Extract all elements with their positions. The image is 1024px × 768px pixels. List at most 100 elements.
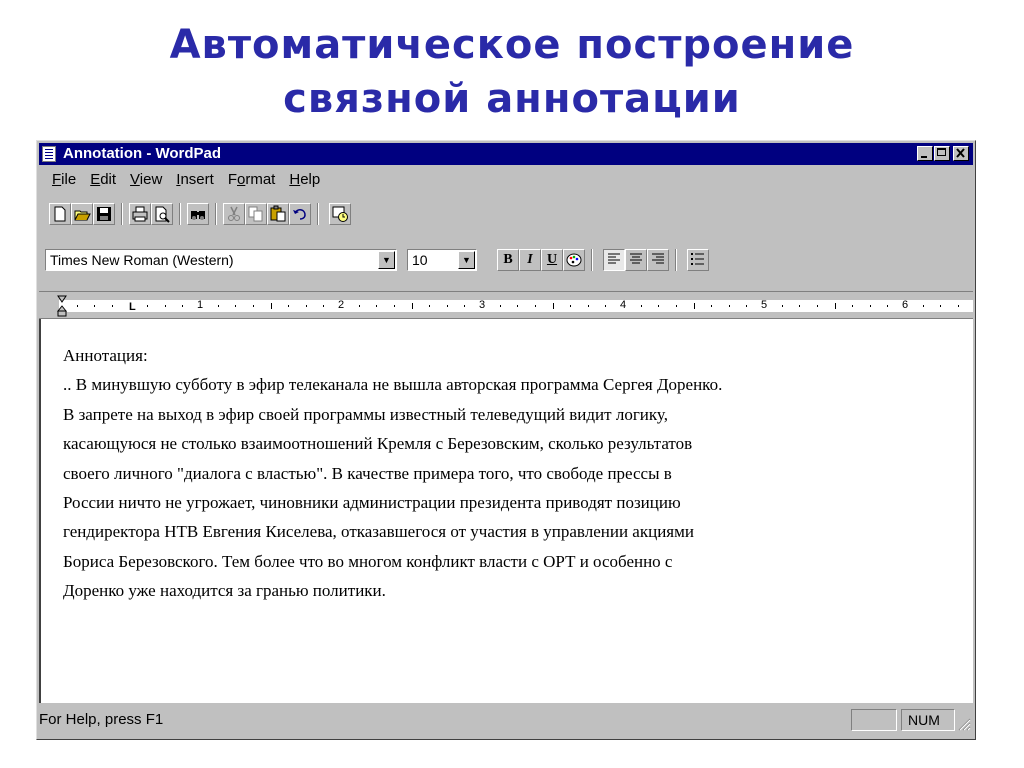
ruler-dot: [500, 305, 501, 307]
wordpad-document-icon[interactable]: [42, 146, 56, 162]
save-button[interactable]: [93, 203, 115, 225]
menu-item-label: F: [227, 171, 237, 188]
align-right-button[interactable]: [647, 249, 669, 271]
ruler-number: 4: [619, 299, 627, 311]
font-size-combo[interactable]: 10 ▼: [407, 249, 477, 271]
ruler-dot: [641, 305, 642, 307]
ruler-tick: [412, 303, 413, 309]
copy-icon: [248, 206, 263, 222]
print-preview-button[interactable]: [151, 203, 173, 225]
color-button[interactable]: [563, 249, 585, 271]
new-icon: [54, 206, 66, 222]
open-button[interactable]: [71, 203, 93, 225]
font-dropdown-button[interactable]: ▼: [378, 251, 395, 269]
document-line: своего личного "диалога с властью". В ка…: [63, 463, 672, 483]
ruler-dot: [165, 305, 166, 307]
format-separator: [675, 249, 677, 271]
document-line: .. В минувшую субботу в эфир телеканала …: [63, 375, 723, 395]
wordpad-window: Annotation - WordPad File Edit View Insert F…: [36, 140, 976, 740]
ruler-dot: [447, 305, 448, 307]
font-size-value: 10: [412, 252, 428, 268]
menu-item[interactable]: Insert: [169, 169, 221, 191]
bold-button[interactable]: B: [497, 249, 519, 271]
document-line: В запрете на выход в эфир своей программ…: [63, 404, 668, 424]
align-right-icon: [652, 253, 664, 264]
ruler-tick: [835, 303, 836, 309]
document-text[interactable]: Аннотация: .. В минувшую субботу в эфир т…: [63, 341, 963, 606]
slide-title: Автоматическое построение связной аннота…: [0, 18, 1024, 126]
font-name: Times New Roman (Western): [50, 252, 234, 268]
insert-date-time-icon: [332, 206, 348, 222]
menu-item-label: dit: [100, 171, 117, 188]
menu-item[interactable]: Edit: [83, 169, 123, 191]
minimize-icon: [921, 156, 927, 158]
toolbar-separator: [179, 203, 181, 225]
menu-item-label: iew: [139, 171, 163, 188]
ruler-number: 5: [760, 299, 768, 311]
resize-grip-icon[interactable]: [957, 717, 971, 731]
ruler-dot: [658, 305, 659, 307]
ruler-dot: [729, 305, 730, 307]
ruler-dot: [711, 305, 712, 307]
toolbar-separator: [317, 203, 319, 225]
close-icon: [956, 148, 965, 158]
menu-item-accelerator: H: [289, 171, 301, 188]
title-bar[interactable]: Annotation - WordPad: [39, 143, 973, 165]
menu-item[interactable]: Help: [282, 169, 327, 191]
ruler-dot: [359, 305, 360, 307]
menu-item[interactable]: File: [45, 169, 83, 191]
menu-item[interactable]: Format: [221, 169, 283, 191]
ruler[interactable]: L 123456: [39, 291, 973, 319]
paste-button[interactable]: [267, 203, 289, 225]
ruler-dot: [817, 305, 818, 307]
ruler-dot: [852, 305, 853, 307]
maximize-icon: [937, 148, 946, 156]
ruler-dot: [253, 305, 254, 307]
find-button[interactable]: [187, 203, 209, 225]
ruler-dot: [799, 305, 800, 307]
bullets-button[interactable]: [687, 249, 709, 271]
ruler-dot: [306, 305, 307, 307]
align-center-button[interactable]: [625, 249, 647, 271]
ruler-dot: [940, 305, 941, 307]
insert-date-time-button[interactable]: [329, 203, 351, 225]
underline-button[interactable]: U: [541, 249, 563, 271]
toolbar-separator: [121, 203, 123, 225]
font-combo[interactable]: Times New Roman (Western) ▼: [45, 249, 397, 271]
menu-item-label: rmat: [245, 171, 276, 188]
status-bar: For Help, press F1 NUM: [39, 707, 973, 735]
menu-item-accelerator: V: [130, 171, 140, 188]
menu-item-label: nsert: [180, 171, 214, 188]
save-icon: [97, 207, 111, 221]
maximize-button[interactable]: [934, 146, 950, 161]
print-preview-icon: [155, 206, 170, 223]
close-button[interactable]: [953, 146, 969, 161]
indent-marker-icon[interactable]: [57, 295, 67, 317]
menu-item-accelerator: F: [52, 171, 62, 188]
italic-button[interactable]: I: [519, 249, 541, 271]
minimize-button[interactable]: [917, 146, 933, 161]
copy-button[interactable]: [245, 203, 267, 225]
font-size-dropdown-button[interactable]: ▼: [458, 251, 475, 269]
ruler-dot: [570, 305, 571, 307]
window-controls: [916, 146, 969, 161]
ruler-dot: [588, 305, 589, 307]
document-line: России ничто не угрожает, чиновники адми…: [63, 493, 681, 513]
document-line: касающуюся не столько взаимоотношений Кр…: [63, 434, 693, 454]
open-icon: [74, 210, 91, 221]
menu-item[interactable]: View: [123, 169, 169, 191]
menu-bar: File Edit View Insert Format Help: [45, 169, 327, 191]
ruler-track[interactable]: L 123456: [59, 299, 973, 313]
print-button[interactable]: [129, 203, 151, 225]
menu-item-label: ile: [61, 171, 77, 188]
new-button[interactable]: [49, 203, 71, 225]
undo-button[interactable]: [289, 203, 311, 225]
ruler-number: 2: [337, 299, 345, 311]
ruler-dot: [147, 305, 148, 307]
document-line: Бориса Березовского. Тем более что во мн…: [63, 551, 673, 571]
document-area[interactable]: Аннотация: .. В минувшую субботу в эфир т…: [39, 319, 973, 703]
status-help-text: For Help, press F1: [39, 711, 164, 728]
align-left-button[interactable]: [603, 249, 625, 271]
document-line: гендиректора НТВ Евгения Киселева, отказ…: [63, 522, 694, 542]
cut-button[interactable]: [223, 203, 245, 225]
